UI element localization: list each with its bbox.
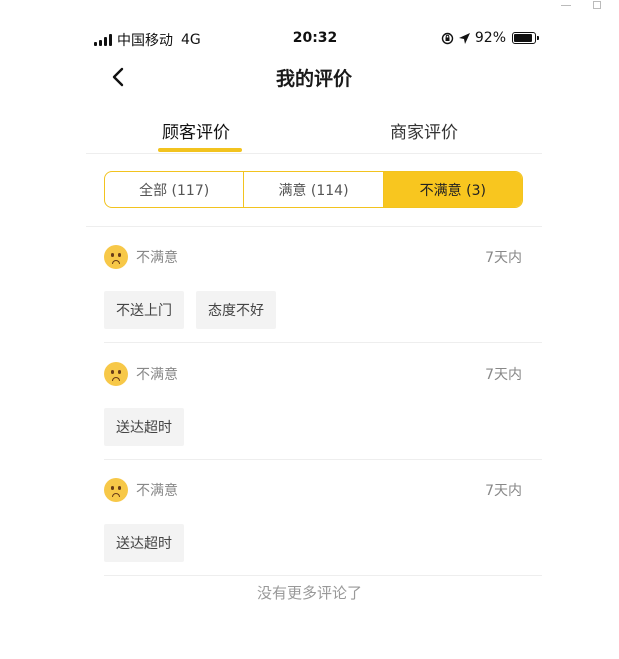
review-rating: 不满意 [136, 367, 178, 383]
review-time: 7天内 [485, 483, 522, 499]
minimize-icon[interactable] [561, 5, 571, 6]
location-arrow-icon [458, 32, 470, 44]
carrier-name: 中国移动 [117, 33, 173, 49]
nav-header: 我的评价 [86, 58, 542, 98]
orientation-lock-icon [441, 32, 454, 44]
review-tags: 不送上门 态度不好 [104, 291, 524, 329]
battery-fill [514, 34, 533, 42]
review-tag: 送达超时 [104, 408, 184, 446]
tab-customer-reviews[interactable]: 顾客评价 [162, 118, 230, 143]
active-tab-indicator [158, 148, 242, 152]
review-tags: 送达超时 [104, 408, 524, 446]
sad-face-icon [104, 245, 128, 269]
review-tabs: 顾客评价 商家评价 [86, 112, 542, 154]
review-rating: 不满意 [136, 250, 178, 266]
review-tag: 送达超时 [104, 524, 184, 562]
no-more-reviews-note: 没有更多评论了 [256, 584, 362, 602]
tab-merchant-reviews[interactable]: 商家评价 [390, 118, 458, 143]
divider [86, 226, 542, 227]
reviews-page: 中国移动 4G 20:32 92% 我的评价 顾客评价 商家评价 全部 (117… [0, 0, 619, 659]
review-header: 不满意 7天内 [104, 476, 524, 504]
status-bar: 中国移动 4G 20:32 92% [94, 28, 539, 50]
battery-percent: 92% [474, 30, 506, 46]
maximize-icon[interactable] [593, 1, 601, 9]
page-title: 我的评价 [275, 68, 352, 90]
battery-icon [512, 32, 539, 44]
review-header: 不满意 7天内 [104, 243, 524, 271]
filter-satisfied[interactable]: 满意 (114) [244, 172, 384, 207]
review-item: 不满意 7天内 送达超时 [104, 476, 524, 562]
status-right: 92% [441, 30, 539, 46]
review-time: 7天内 [485, 367, 522, 383]
rating-filter: 全部 (117) 满意 (114) 不满意 (3) [104, 171, 523, 208]
filter-unsatisfied[interactable]: 不满意 (3) [383, 172, 522, 207]
network-type: 4G [181, 32, 201, 48]
review-rating: 不满意 [136, 483, 178, 499]
review-item: 不满意 7天内 不送上门 态度不好 [104, 243, 524, 329]
divider [104, 342, 542, 343]
status-left: 中国移动 4G [94, 30, 201, 50]
review-time: 7天内 [485, 250, 522, 266]
review-tag: 不送上门 [104, 291, 184, 329]
filter-all[interactable]: 全部 (117) [105, 172, 245, 207]
review-tag: 态度不好 [196, 291, 276, 329]
window-controls [561, 0, 601, 9]
review-item: 不满意 7天内 送达超时 [104, 360, 524, 446]
status-time: 20:32 [292, 30, 338, 46]
divider [104, 575, 542, 576]
divider [104, 459, 542, 460]
sad-face-icon [104, 362, 128, 386]
review-tags: 送达超时 [104, 524, 524, 562]
sad-face-icon [104, 478, 128, 502]
signal-icon [94, 34, 112, 46]
review-header: 不满意 7天内 [104, 360, 524, 388]
